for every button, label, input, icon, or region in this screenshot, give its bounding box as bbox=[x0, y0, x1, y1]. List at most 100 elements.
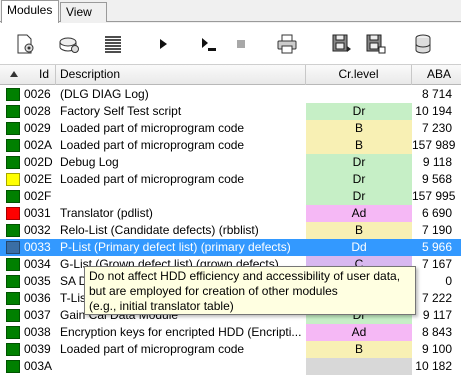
disk-gear-icon bbox=[59, 37, 79, 53]
status-indicator bbox=[6, 275, 20, 288]
status-indicator bbox=[6, 241, 20, 254]
tab-bar: Modules View bbox=[0, 0, 461, 23]
cell-cr-level: B bbox=[306, 222, 412, 239]
write-disk-button[interactable] bbox=[360, 29, 390, 59]
status-indicator bbox=[6, 190, 20, 203]
cell-cr-level: Dr bbox=[306, 154, 412, 171]
table-header: Id Description Cr.level ABA bbox=[0, 65, 461, 85]
cell-id: 0034 bbox=[24, 257, 51, 271]
table-row[interactable]: 002E Loaded part of microprogram code Dr 9 … bbox=[0, 171, 461, 188]
cell-aba: 9 117 bbox=[422, 308, 452, 322]
column-header-id-label: Id bbox=[38, 67, 49, 81]
cell-id: 0028 bbox=[24, 104, 51, 118]
cell-cr-level: Ad bbox=[306, 324, 412, 341]
cell-id: 0033 bbox=[24, 240, 51, 254]
stop-button[interactable] bbox=[226, 29, 256, 59]
table-row[interactable]: 002D Debug Log Dr 9 118 bbox=[0, 154, 461, 171]
read-disk-button[interactable] bbox=[326, 29, 356, 59]
cell-aba: 10 194 bbox=[415, 104, 452, 118]
cell-cr-level: B bbox=[306, 137, 412, 154]
save-module-button[interactable] bbox=[54, 29, 84, 59]
modules-table: Id Description Cr.level ABA 0026 (DLG DI… bbox=[0, 65, 461, 377]
cell-id: 002A bbox=[24, 138, 53, 152]
status-indicator bbox=[6, 360, 20, 373]
column-header-description[interactable]: Description bbox=[56, 65, 306, 85]
table-row[interactable]: 0029 Loaded part of microprogram code B 7 2… bbox=[0, 120, 461, 137]
list-view-button[interactable] bbox=[98, 29, 128, 59]
cell-aba: 9 118 bbox=[422, 155, 452, 169]
cell-description: P-List (Primary defect list) (primary de… bbox=[60, 240, 291, 254]
gear-page-icon bbox=[17, 34, 34, 54]
cell-id: 002E bbox=[24, 172, 53, 186]
list-icon bbox=[105, 36, 121, 53]
status-indicator bbox=[6, 326, 20, 339]
cell-aba: 5 966 bbox=[421, 240, 452, 254]
database-icon bbox=[415, 34, 431, 54]
cell-id: 0037 bbox=[24, 308, 51, 322]
table-row[interactable]: 002A Loaded part of microprogram code B 157… bbox=[0, 137, 461, 154]
sort-ascending-icon bbox=[10, 71, 18, 77]
tab-modules[interactable]: Modules bbox=[1, 0, 59, 23]
cell-description: Relo-List (Candidate defects) (rbblist) bbox=[60, 223, 259, 237]
tab-view[interactable]: View bbox=[60, 2, 107, 22]
tooltip-line: (e.g., initial translator table) bbox=[89, 299, 234, 313]
status-indicator bbox=[6, 173, 20, 186]
cell-aba: 157 989 bbox=[412, 138, 456, 152]
status-indicator bbox=[6, 258, 20, 271]
table-row[interactable]: 0032 Relo-List (Candidate defects) (rbbli… bbox=[0, 222, 461, 239]
table-row[interactable]: 0031 Translator (pdlist) Ad 6 690 bbox=[0, 205, 461, 222]
cell-cr-level bbox=[306, 86, 412, 103]
cell-description: Loaded part of microprogram code bbox=[60, 342, 245, 356]
cell-aba: 0 bbox=[445, 274, 452, 288]
cell-description: (DLG DIAG Log) bbox=[60, 87, 149, 101]
cell-aba: 7 190 bbox=[421, 223, 452, 237]
cell-id: 0032 bbox=[24, 223, 51, 237]
table-row[interactable]: 0028 Factory Self Test script Dr 10 194 bbox=[0, 103, 461, 120]
cell-id: 0029 bbox=[24, 121, 51, 135]
table-row[interactable]: 0038 Encryption keys for encripted HDD (E… bbox=[0, 324, 461, 341]
status-indicator bbox=[6, 343, 20, 356]
cell-id: 002F bbox=[24, 189, 52, 203]
table-row[interactable]: 0039 Loaded part of microprogram code B 9 1… bbox=[0, 341, 461, 358]
database-button[interactable] bbox=[408, 29, 438, 59]
run-button[interactable] bbox=[148, 29, 178, 59]
tooltip-line: Do not affect HDD efficiency and accessi… bbox=[89, 269, 401, 283]
table-row[interactable]: 0026 (DLG DIAG Log) 8 714 bbox=[0, 86, 461, 103]
table-body: 0026 (DLG DIAG Log) 8 714 0028 Factory Self… bbox=[0, 86, 461, 375]
step-icon bbox=[202, 38, 216, 51]
cell-cr-level: Dr bbox=[306, 103, 412, 120]
cell-id: 0035 bbox=[24, 274, 51, 288]
play-icon bbox=[160, 39, 167, 49]
column-header-id[interactable]: Id bbox=[0, 65, 56, 85]
column-header-cr-level[interactable]: Cr.level bbox=[306, 65, 412, 85]
cell-cr-level: B bbox=[306, 120, 412, 137]
cell-aba: 7 230 bbox=[421, 121, 452, 135]
tooltip: Do not affect HDD efficiency and accessi… bbox=[84, 266, 416, 315]
cell-aba: 9 568 bbox=[421, 172, 452, 186]
cell-cr-level bbox=[306, 358, 412, 375]
cell-aba: 10 182 bbox=[415, 359, 452, 373]
cell-id: 0038 bbox=[24, 325, 51, 339]
table-row[interactable]: 003A 10 182 bbox=[0, 358, 461, 375]
toolbar bbox=[0, 23, 461, 65]
cell-description: Debug Log bbox=[60, 155, 119, 169]
cell-aba: 9 100 bbox=[421, 342, 452, 356]
cell-description: Loaded part of microprogram code bbox=[60, 172, 245, 186]
cell-id: 0026 bbox=[24, 87, 51, 101]
floppy-write-icon bbox=[366, 34, 386, 54]
load-module-button[interactable] bbox=[10, 29, 40, 59]
run-step-button[interactable] bbox=[192, 29, 222, 59]
table-row[interactable]: 0033 P-List (Primary defect list) (primar… bbox=[0, 239, 461, 256]
column-header-aba[interactable]: ABA bbox=[412, 65, 461, 85]
status-indicator bbox=[6, 309, 20, 322]
cell-aba: 7 167 bbox=[421, 257, 452, 271]
table-row[interactable]: 002F Dr 157 995 bbox=[0, 188, 461, 205]
cell-cr-level: Dr bbox=[306, 171, 412, 188]
status-indicator bbox=[6, 105, 20, 118]
cell-aba: 8 714 bbox=[421, 87, 452, 101]
cell-aba: 8 843 bbox=[421, 325, 452, 339]
cell-id: 0036 bbox=[24, 291, 51, 305]
print-button[interactable] bbox=[272, 29, 302, 59]
cell-cr-level: Dr bbox=[306, 188, 412, 205]
floppy-read-icon bbox=[332, 34, 351, 52]
